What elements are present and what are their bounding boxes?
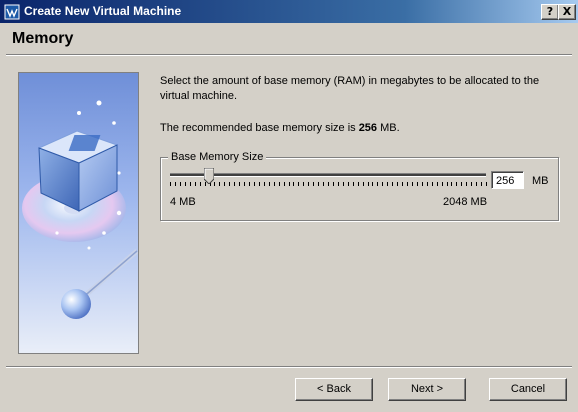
virtualbox-icon bbox=[4, 4, 20, 20]
back-button[interactable]: < Back bbox=[295, 378, 373, 401]
slider-max-label: 2048 MB bbox=[443, 196, 488, 208]
window-title: Create New Virtual Machine bbox=[24, 4, 182, 18]
close-button[interactable]: X bbox=[558, 4, 576, 20]
slider-min-label: 4 MB bbox=[170, 196, 196, 208]
footer-divider bbox=[6, 366, 572, 368]
header-divider bbox=[6, 54, 572, 56]
description-text: Select the amount of base memory (RAM) i… bbox=[160, 75, 540, 102]
memory-value-field[interactable]: 256 bbox=[491, 171, 524, 189]
slider-thumb[interactable] bbox=[204, 168, 214, 184]
title-bar[interactable]: Create New Virtual Machine ? X bbox=[0, 0, 578, 23]
virtualbox-cube-illustration bbox=[19, 73, 138, 353]
cancel-button[interactable]: Cancel bbox=[489, 378, 567, 401]
wizard-header: Memory bbox=[0, 23, 578, 55]
help-button[interactable]: ? bbox=[541, 4, 559, 20]
base-memory-group-label: Base Memory Size bbox=[168, 150, 267, 164]
recommendation-suffix: MB. bbox=[377, 122, 400, 134]
page-title: Memory bbox=[12, 30, 74, 47]
next-button[interactable]: Next > bbox=[388, 378, 466, 401]
recommendation-prefix: The recommended base memory size is bbox=[160, 122, 359, 134]
slider-track bbox=[170, 173, 486, 177]
recommendation-text: The recommended base memory size is 256 … bbox=[160, 122, 400, 135]
memory-unit-label: MB bbox=[532, 175, 549, 187]
recommended-value: 256 bbox=[358, 122, 378, 134]
wizard-illustration bbox=[18, 72, 139, 354]
slider-ticks bbox=[170, 182, 487, 186]
memory-slider[interactable] bbox=[170, 168, 488, 192]
